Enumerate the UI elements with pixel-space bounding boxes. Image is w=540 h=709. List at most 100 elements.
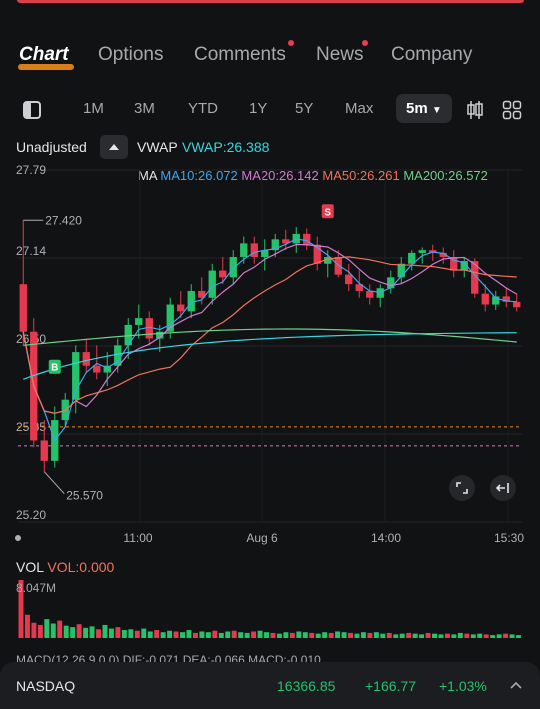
- tab-comments[interactable]: Comments: [194, 44, 286, 66]
- tab-company[interactable]: Company: [391, 44, 472, 66]
- tab-options[interactable]: Options: [98, 44, 163, 66]
- volume-bar: [199, 631, 205, 638]
- range-3m[interactable]: 3M: [134, 100, 155, 117]
- volume-bar: [412, 633, 418, 638]
- volume-bar: [457, 632, 463, 638]
- expand-icon: [456, 482, 468, 494]
- candle-body: [208, 270, 216, 298]
- vwap-label: VWAP: [137, 139, 178, 155]
- sidebar-toggle-icon[interactable]: [22, 100, 42, 120]
- volume-bar: [354, 633, 360, 638]
- volume-bar: [264, 632, 269, 638]
- tab-chart[interactable]: Chart: [19, 44, 69, 66]
- volume-value: VOL:0.000: [47, 559, 115, 575]
- range-max[interactable]: Max: [345, 100, 373, 117]
- index-name: NASDAQ: [16, 678, 76, 694]
- volume-bar: [83, 627, 89, 638]
- volume-bar: [444, 633, 450, 638]
- volume-bar: [37, 624, 43, 638]
- volume-bar: [141, 628, 147, 638]
- jump-latest-button[interactable]: [490, 475, 516, 501]
- candle-body: [93, 365, 101, 373]
- candlestick-type-icon[interactable]: [466, 100, 484, 120]
- volume-bar: [238, 632, 244, 638]
- chevron-down-icon: ▼: [431, 105, 442, 116]
- volume-bar: [419, 634, 425, 638]
- volume-bar: [289, 632, 295, 638]
- y-tick-label: 25.20: [16, 508, 46, 522]
- volume-bar: [70, 627, 76, 638]
- volume-bar: [154, 630, 160, 638]
- candle-body: [418, 250, 426, 253]
- volume-bar: [160, 632, 166, 638]
- range-1y[interactable]: 1Y: [249, 100, 267, 117]
- low-pointer: [43, 471, 65, 495]
- volume-bar: [483, 634, 489, 638]
- volume-max-label: 8.047M: [16, 581, 57, 595]
- ma10-line: [22, 238, 517, 442]
- volume-bar: [167, 630, 173, 638]
- range-ytd[interactable]: YTD: [188, 100, 218, 117]
- volume-bar: [244, 632, 250, 638]
- candle-body: [240, 243, 248, 257]
- volume-bar: [192, 632, 198, 638]
- volume-bar: [205, 632, 211, 638]
- candle-body: [481, 293, 489, 305]
- range-5y[interactable]: 5Y: [295, 100, 313, 117]
- volume-bar: [348, 632, 353, 638]
- volume-bar: [503, 633, 509, 638]
- candle-body: [82, 352, 90, 366]
- indicator-header: Unadjusted: [16, 139, 87, 155]
- index-price: 16366.85: [277, 678, 336, 694]
- tab-bar: Chart Options Comments News Company: [0, 40, 540, 74]
- jump-to-end-icon: [495, 483, 509, 493]
- candle-body: [376, 288, 384, 298]
- volume-bar: [386, 632, 392, 638]
- candle-body: [513, 301, 521, 308]
- buy-marker-label: B: [51, 363, 58, 374]
- candle-body: [387, 277, 395, 289]
- sell-marker-label: S: [324, 207, 331, 218]
- volume-bar: [302, 632, 308, 638]
- candle-body: [250, 243, 258, 257]
- range-1m[interactable]: 1M: [83, 100, 104, 117]
- index-change: +166.77: [365, 678, 416, 694]
- volume-bar: [257, 630, 263, 638]
- chevron-up-icon[interactable]: [508, 678, 524, 692]
- volume-bar: [89, 626, 95, 638]
- candle-body: [135, 318, 143, 325]
- volume-bar: [134, 630, 140, 638]
- volume-bar: [147, 631, 153, 638]
- adjust-mode-label[interactable]: Unadjusted: [16, 139, 87, 155]
- volume-bar: [509, 634, 515, 638]
- adjust-toggle-button[interactable]: [100, 135, 128, 159]
- candle-body: [397, 263, 405, 278]
- volume-bar: [270, 632, 276, 638]
- volume-bar: [360, 632, 366, 638]
- volume-bar: [425, 632, 431, 638]
- volume-bar: [76, 624, 82, 638]
- candle-body: [366, 290, 374, 298]
- volume-bar: [212, 630, 218, 638]
- grid-layout-icon[interactable]: [502, 100, 522, 120]
- volume-bar: [218, 632, 224, 638]
- fullscreen-button[interactable]: [449, 475, 475, 501]
- volume-bar: [399, 633, 405, 638]
- interval-dropdown[interactable]: 5m ▼: [396, 94, 452, 123]
- volume-bar: [251, 631, 257, 638]
- high-annotation: 27.420: [45, 213, 82, 227]
- x-tick-label: 15:30: [494, 531, 524, 545]
- volume-bar: [225, 631, 231, 638]
- volume-bar: [516, 635, 521, 638]
- volume-bar: [121, 630, 127, 638]
- index-ticker-bar[interactable]: NASDAQ 16366.85 +166.77 +1.03%: [0, 662, 540, 709]
- news-notification-dot: [362, 40, 368, 46]
- top-accent-bar: [17, 0, 524, 3]
- volume-bar: [438, 634, 444, 638]
- volume-bar: [63, 625, 69, 638]
- ma200-line: [23, 328, 517, 346]
- volume-bar: [406, 632, 412, 638]
- volume-bar: [309, 632, 315, 638]
- tab-news[interactable]: News: [316, 44, 364, 66]
- volume-bar: [180, 632, 185, 638]
